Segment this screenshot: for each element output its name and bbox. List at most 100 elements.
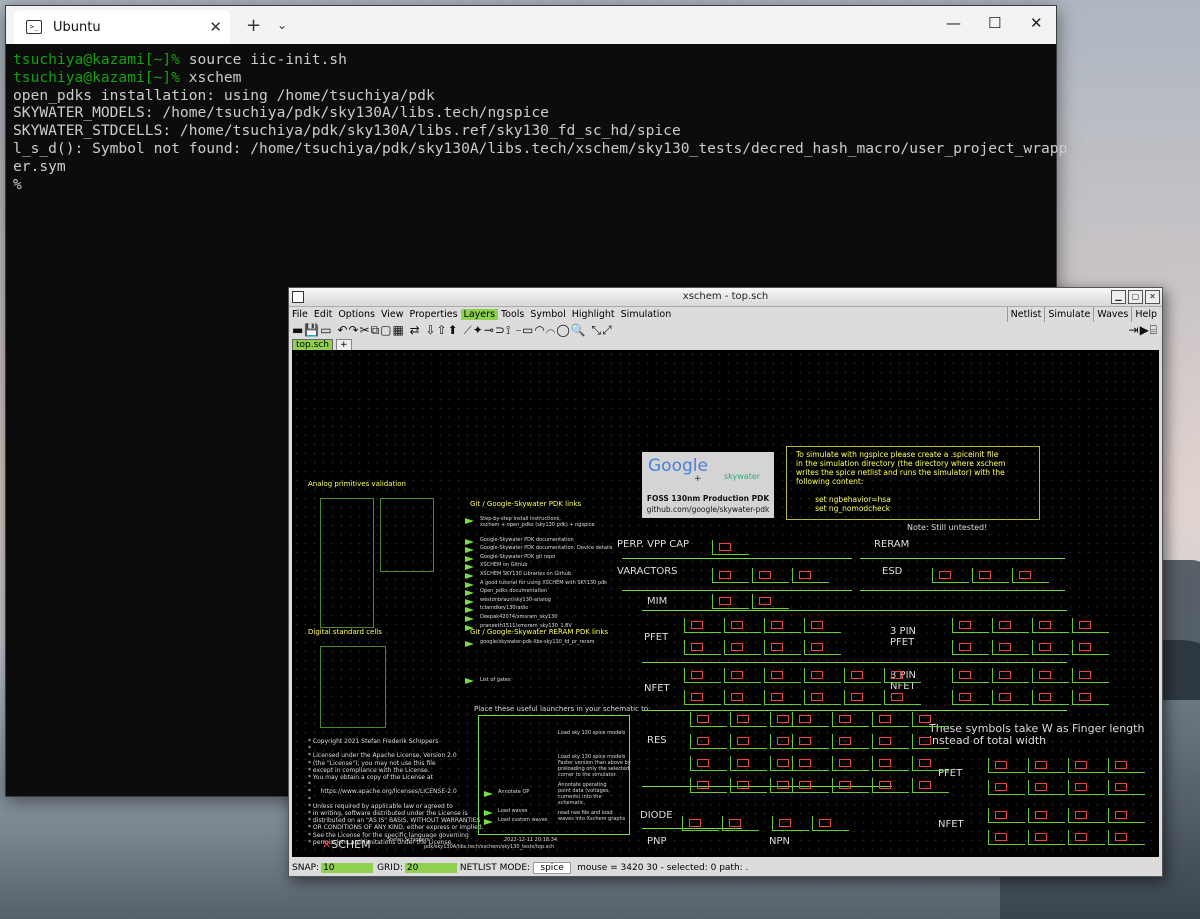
device-symbol[interactable] [764,668,801,683]
device-symbol[interactable] [764,618,801,633]
device-symbol[interactable] [804,640,841,655]
device-symbol[interactable] [872,756,909,771]
chevron-down-icon[interactable]: ⌄ [277,18,287,32]
device-symbol[interactable] [804,690,841,705]
load-custom-waves-button[interactable]: Load custom waves [498,817,547,823]
device-symbol[interactable] [730,712,767,727]
device-symbol[interactable] [792,712,829,727]
analog-list[interactable] [320,498,374,628]
terminal-tab[interactable]: >_ Ubuntu ✕ [14,10,230,44]
device-symbol[interactable] [952,618,989,633]
device-symbol[interactable] [1032,618,1069,633]
doc-link[interactable]: Open_pdks documentation [480,588,547,594]
netlist-mode[interactable]: spice [533,861,572,874]
device-symbol[interactable] [764,690,801,705]
device-symbol[interactable] [1032,640,1069,655]
close-window-button[interactable]: ✕ [1030,14,1043,32]
reram-link[interactable]: google/skywater-pdk-libs-sky130_fd_pr_re… [480,639,595,645]
device-symbol[interactable] [1108,758,1145,773]
doc-link[interactable]: XSCHEM on Github [480,562,527,568]
device-symbol[interactable] [1108,808,1145,823]
analog-list-2[interactable] [380,498,434,572]
device-symbol[interactable] [872,734,909,749]
device-symbol[interactable] [1068,780,1105,795]
doc-link[interactable]: Google-Skywater PDK git repo [480,554,555,560]
device-symbol[interactable] [682,816,719,831]
device-symbol[interactable] [724,640,761,655]
device-symbol[interactable] [1068,830,1105,845]
device-symbol[interactable] [1032,690,1069,705]
digital-list[interactable] [320,646,386,728]
menu-help[interactable]: Help [1131,307,1160,322]
device-symbol[interactable] [1068,758,1105,773]
device-symbol[interactable] [1108,780,1145,795]
device-symbol[interactable] [872,712,909,727]
menu-netlist[interactable]: Netlist [1006,307,1045,322]
menu-view[interactable]: View [378,309,407,320]
menu-file[interactable]: File [289,309,311,320]
device-symbol[interactable] [730,756,767,771]
device-symbol[interactable] [684,640,721,655]
menu-tools[interactable]: Tools [498,309,527,320]
device-symbol[interactable] [884,668,921,683]
device-symbol[interactable] [724,618,761,633]
device-symbol[interactable] [884,690,921,705]
device-symbol[interactable] [988,758,1025,773]
doc-link[interactable]: Google-Skywater PDK documentation: Devic… [480,545,612,551]
device-symbol[interactable] [988,808,1025,823]
device-symbol[interactable] [992,640,1029,655]
new-tab-button[interactable]: + [246,15,261,36]
device-symbol[interactable] [712,568,749,583]
device-symbol[interactable] [804,668,841,683]
device-symbol[interactable] [1032,668,1069,683]
device-symbol[interactable] [792,756,829,771]
device-symbol[interactable] [952,690,989,705]
device-symbol[interactable] [792,734,829,749]
annotate-op-button[interactable]: Annotate OP [498,789,529,795]
device-symbol[interactable] [832,734,869,749]
schematic-canvas[interactable]: Analog primitives validation Digital sta… [292,350,1159,857]
menu-properties[interactable]: Properties [407,309,461,320]
doc-link[interactable]: XSCHEM SKY130 Libraries on Github [480,571,571,577]
device-symbol[interactable] [1072,668,1109,683]
device-symbol[interactable] [912,778,949,793]
gates-link[interactable]: List of gates [480,677,511,683]
doc-link[interactable]: westonbraun/sky130-analog [480,597,551,603]
device-symbol[interactable] [1028,780,1065,795]
device-symbol[interactable] [992,690,1029,705]
device-symbol[interactable] [1072,690,1109,705]
doc-link[interactable]: Deepak42074/xmsram_sky130 [480,614,557,620]
device-symbol[interactable] [932,568,969,583]
device-symbol[interactable] [1028,758,1065,773]
device-symbol[interactable] [792,568,829,583]
device-symbol[interactable] [690,734,727,749]
device-symbol[interactable] [792,778,829,793]
xschem-window[interactable]: xschem - top.sch ▁ ▢ ✕ File Edit Options Vi… [288,287,1163,877]
menu-waves[interactable]: Waves [1093,307,1131,322]
device-symbol[interactable] [712,540,749,555]
device-symbol[interactable] [872,778,909,793]
device-symbol[interactable] [988,830,1025,845]
device-symbol[interactable] [1028,808,1065,823]
device-symbol[interactable] [772,816,809,831]
menu-simulation[interactable]: Simulation [618,309,675,320]
device-symbol[interactable] [690,756,727,771]
device-symbol[interactable] [684,668,721,683]
minimize-button[interactable]: — [946,14,961,32]
maximize-button[interactable]: ☐ [988,14,1001,32]
device-symbol[interactable] [1072,640,1109,655]
doc-link[interactable]: A good tutorial for using XSCHEM with SK… [480,580,607,586]
device-symbol[interactable] [722,816,759,831]
device-symbol[interactable] [690,778,727,793]
device-symbol[interactable] [1028,830,1065,845]
device-symbol[interactable] [844,690,881,705]
device-symbol[interactable] [812,816,849,831]
device-symbol[interactable] [952,640,989,655]
snap-field[interactable]: 10 [321,862,374,873]
device-symbol[interactable] [1068,808,1105,823]
device-symbol[interactable] [992,618,1029,633]
device-symbol[interactable] [690,712,727,727]
device-symbol[interactable] [992,668,1029,683]
device-symbol[interactable] [752,568,789,583]
menu-layers[interactable]: Layers [460,309,498,320]
